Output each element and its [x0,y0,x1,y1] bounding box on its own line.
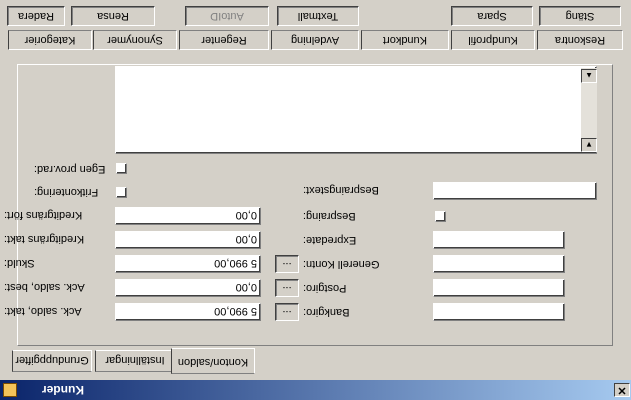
fritkontering-checkbox[interactable] [116,187,127,198]
tab-kundprofil[interactable]: Kundprofil [451,30,535,50]
memo-textbox[interactable] [115,66,597,154]
tab-konton-saldon[interactable]: Konton/saldon [171,348,255,374]
bankgiro-field[interactable] [433,303,565,321]
label-kreditgrans-fort: Kreditgräns fört: [4,209,83,221]
tab-grunduppgifter[interactable]: Grunduppgifter [12,350,92,372]
bespraring-checkbox[interactable] [435,211,446,222]
generell-kontn-field[interactable] [433,255,565,273]
tab-regenter[interactable]: Regenter [179,30,269,50]
postgiro-field[interactable] [433,279,565,297]
label-postgiro: Postgiro: [303,282,347,294]
label-bespraringstext: Bespraingstext: [303,184,379,196]
textmall-button[interactable]: Textmall [277,6,359,26]
skuld-browse-button[interactable]: ... [275,255,299,273]
kreditgrans-takt-value: 0,00 [235,233,257,245]
label-egen-prov-rad: Egen prov.rad: [34,163,106,175]
label-kreditgrans-takt: Kreditgräns takt: [4,233,85,245]
label-bankgiro: Bankgiro: [303,306,350,318]
ack-saldo-best-browse-button[interactable]: ... [275,279,299,297]
expredate-field[interactable] [433,231,565,249]
window: Kunder ✕ Grunduppgifter Inställningar Ko… [0,0,631,400]
rensa-button[interactable]: Rensa [71,6,155,26]
tab-kategorier[interactable]: Kategorier [8,30,92,50]
autoid-button[interactable]: AutoID [185,6,269,26]
ack-saldo-takt-browse-button[interactable]: ... [275,303,299,321]
skuld-value: 5 990,00 [214,257,257,269]
app-icon [3,383,17,397]
label-skuld: Skuld: [4,257,35,269]
stang-button[interactable]: Stäng [539,6,621,26]
scroll-down-icon[interactable]: ▼ [581,138,597,152]
label-generell-kontn: Generell Kontn: [303,258,380,270]
label-expredate: Expredate: [303,234,357,246]
kreditgrans-takt-field[interactable]: 0,00 [115,231,261,249]
radera-button[interactable]: Radera [7,6,65,26]
label-fritkontering: Fritkontering: [34,186,99,198]
spara-button[interactable]: Spara [451,6,533,26]
window-title: Kunder [42,383,84,397]
kreditgrans-fort-field[interactable]: 0,00 [115,207,261,225]
ack-saldo-best-field[interactable]: 0,00 [115,279,261,297]
bespraringstext-field[interactable] [433,182,597,200]
close-button[interactable]: ✕ [614,383,630,397]
scroll-up-icon[interactable]: ▲ [581,69,597,83]
tab-installningar[interactable]: Inställningar [95,350,175,372]
ack-saldo-takt-field[interactable]: 5 990,00 [115,303,261,321]
tab-avdelning[interactable]: Avdelning [271,30,359,50]
tab-kundkort[interactable]: Kundkort [361,30,449,50]
tab-reskontra[interactable]: Reskontra [537,30,623,50]
tab-synonymer[interactable]: Synonymer [93,30,177,50]
label-ack-saldo-best: Ack. saldo, best: [4,281,85,293]
ack-saldo-best-value: 0,00 [235,281,257,293]
egen-prov-rad-checkbox[interactable] [116,163,127,174]
label-bespraring: Bespraing: [303,210,356,222]
ack-saldo-takt-value: 5 990,00 [214,305,257,317]
kreditgrans-fort-value: 0,00 [235,209,257,221]
skuld-field[interactable]: 5 990,00 [115,255,261,273]
label-ack-saldo-takt: Ack. saldo, takt: [4,305,82,317]
